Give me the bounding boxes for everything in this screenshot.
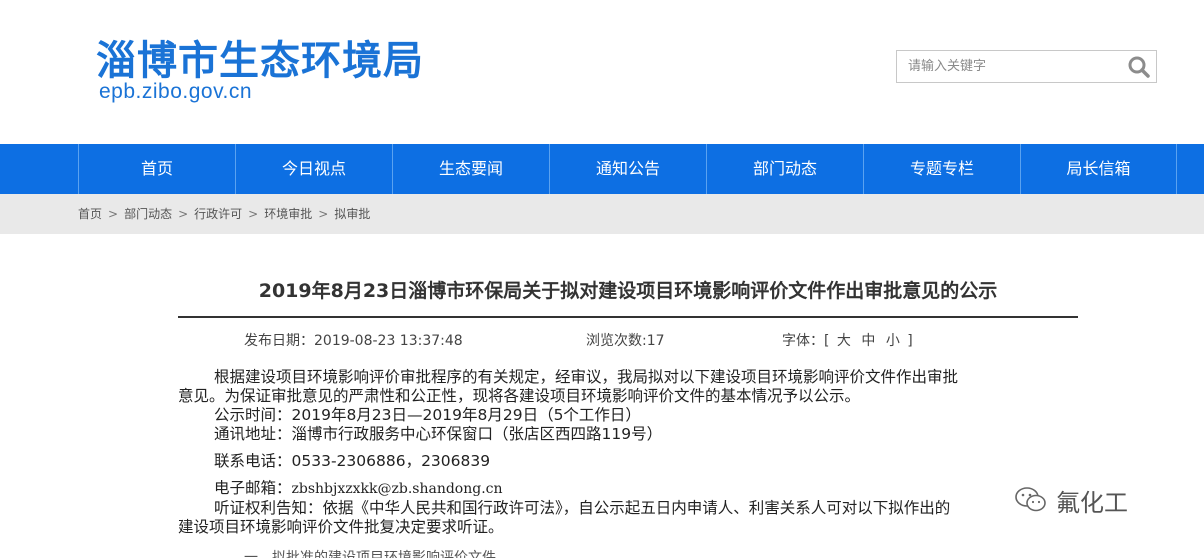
nav-item-department[interactable]: 部门动态: [706, 144, 863, 194]
publish-date: 发布日期：2019-08-23 13:37:48: [244, 330, 463, 350]
mailing-address: 通讯地址：淄博市行政服务中心环保窗口（张店区西四路119号）: [214, 425, 663, 443]
cut-off-heading: 一、拟批准的建设项目环境影响评价文件: [244, 550, 496, 558]
publish-date-value: 2019-08-23 13:37:48: [314, 333, 463, 349]
publish-date-label: 发布日期：: [244, 333, 314, 349]
article-title: 2019年8月23日淄博市环保局关于拟对建设项目环境影响评价文件作出审批意见的公…: [258, 280, 998, 302]
breadcrumb: 首页 > 部门动态 > 行政许可 > 环境审批 > 拟审批: [78, 194, 370, 234]
font-size-label: 字体：[: [782, 333, 830, 349]
nav-item-home[interactable]: 首页: [78, 144, 235, 194]
email-label: 电子邮箱：: [214, 479, 292, 497]
font-size-switcher: 字体：[ 大 中 小 ]: [782, 330, 913, 350]
nav-item-today[interactable]: 今日视点: [235, 144, 392, 194]
search-icon: [1128, 56, 1150, 78]
breadcrumb-separator: >: [318, 207, 329, 221]
breadcrumb-department[interactable]: 部门动态: [124, 194, 172, 234]
breadcrumb-separator: >: [178, 207, 189, 221]
breadcrumb-env-approval[interactable]: 环境审批: [264, 194, 312, 234]
font-size-medium[interactable]: 中: [861, 333, 875, 349]
contact-phone: 联系电话：0533-2306886，2306839: [214, 452, 491, 470]
font-size-close: ]: [907, 333, 913, 349]
publicity-period: 公示时间：2019年8月23日—2019年8月29日（5个工作日）: [214, 406, 641, 424]
site-title[interactable]: 淄博市生态环境局: [96, 28, 424, 86]
font-size-small[interactable]: 小: [886, 333, 900, 349]
wechat-icon: [1015, 487, 1046, 512]
hearing-notice-line-2: 建设项目环境影响评价文件批复决定要求听证。: [178, 518, 504, 536]
search-box: [896, 50, 1157, 83]
watermark-text: 氟化工: [1056, 488, 1128, 517]
view-count: 浏览次数:17: [586, 330, 665, 350]
nav-item-topics[interactable]: 专题专栏: [863, 144, 1020, 194]
breadcrumb-licensing[interactable]: 行政许可: [194, 194, 242, 234]
breadcrumb-home[interactable]: 首页: [78, 194, 102, 234]
main-nav: 首页 今日视点 生态要闻 通知公告 部门动态 专题专栏 局长信箱: [0, 144, 1204, 194]
article-body: 根据建设项目环境影响评价审批程序的有关规定，经审议，我局拟对以下建设项目环境影响…: [178, 368, 1083, 537]
breadcrumb-pending[interactable]: 拟审批: [334, 194, 370, 234]
search-button[interactable]: [1126, 54, 1152, 80]
breadcrumb-separator: >: [248, 207, 259, 221]
title-divider: [178, 316, 1078, 318]
nav-item-notices[interactable]: 通知公告: [549, 144, 706, 194]
font-size-large[interactable]: 大: [837, 333, 851, 349]
nav-item-eco-news[interactable]: 生态要闻: [392, 144, 549, 194]
breadcrumb-bar: 首页 > 部门动态 > 行政许可 > 环境审批 > 拟审批: [0, 194, 1204, 234]
view-count-value: 17: [646, 333, 665, 349]
intro-line-1: 根据建设项目环境影响评价审批程序的有关规定，经审议，我局拟对以下建设项目环境影响…: [214, 368, 959, 386]
site-url[interactable]: epb.zibo.gov.cn: [99, 80, 252, 104]
intro-line-2: 意见。为保证审批意见的严肃性和公正性，现将各建设项目环境影响评价文件的基本情况予…: [178, 387, 861, 405]
view-count-label: 浏览次数:: [586, 333, 647, 349]
email-value[interactable]: zbshbjxzxkk@zb.shandong.cn: [292, 481, 503, 497]
watermark: 氟化工: [1014, 480, 1174, 520]
site-header: 淄博市生态环境局 epb.zibo.gov.cn: [0, 0, 1204, 144]
breadcrumb-separator: >: [108, 207, 119, 221]
nav-item-mailbox[interactable]: 局长信箱: [1020, 144, 1177, 194]
contact-email: 电子邮箱：zbshbjxzxkk@zb.shandong.cn: [178, 479, 1083, 499]
hearing-notice-line-1: 听证权利告知：依据《中华人民共和国行政许可法》，自公示起五日内申请人、利害关系人…: [214, 499, 951, 517]
search-input[interactable]: [897, 51, 1122, 82]
